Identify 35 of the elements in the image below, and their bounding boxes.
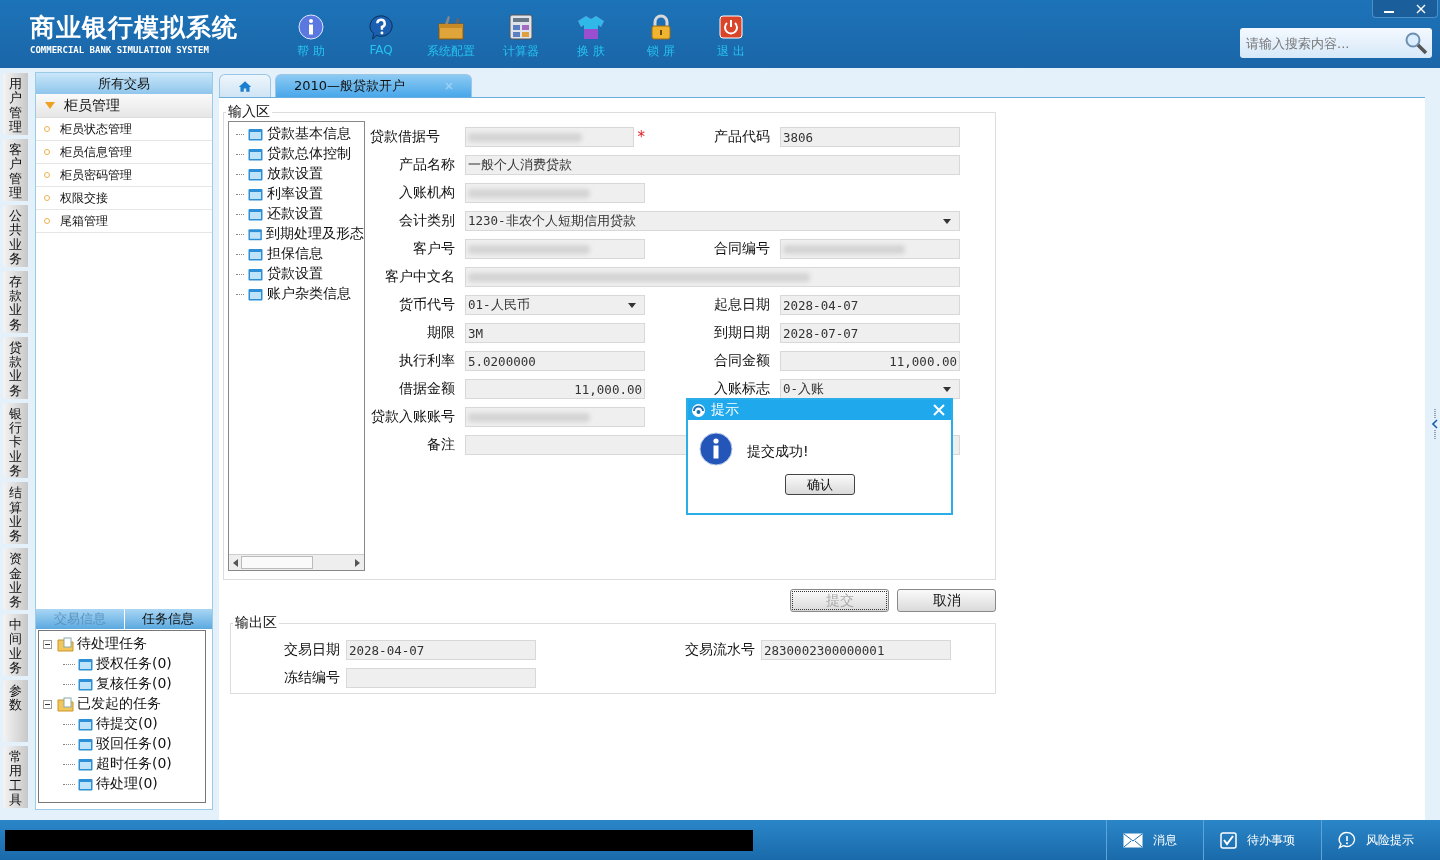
output-field: 2028-04-07: [346, 640, 536, 660]
field-label: 会计类别: [399, 212, 455, 230]
field-label: 贷款借据号: [370, 128, 440, 146]
section-title: 输出区: [234, 614, 278, 632]
field-label: 产品名称: [399, 156, 455, 174]
field-label: 入账机构: [399, 184, 455, 202]
group-label: 柜员管理: [64, 96, 120, 115]
field-value: 01-人民币: [468, 296, 530, 314]
field-label: 交易日期: [283, 641, 341, 659]
field-label: 贷款入账账号: [371, 408, 455, 426]
field-label: 期限: [427, 324, 455, 342]
field-value: 1230-非农个人短期信用贷款: [468, 212, 636, 230]
field-label: 入账标志: [714, 380, 770, 398]
output-field: 2830002300000001: [761, 640, 951, 660]
field-label: 客户号: [413, 240, 455, 258]
dialog-message: 提交成功!: [747, 443, 809, 461]
field-label: 备注: [427, 436, 455, 454]
app-subtitle: COMMERCIAL BANK SIMULATION SYSTEM: [30, 45, 210, 55]
field-label: 起息日期: [714, 296, 770, 314]
field-label: 合同编号: [714, 240, 770, 258]
field-label: 客户中文名: [385, 268, 455, 286]
app-title: 商业银行模拟系统: [30, 13, 239, 43]
dialog-title: 提示: [711, 401, 739, 419]
field-label: 借据金额: [399, 380, 455, 398]
field-label: 交易流水号: [684, 641, 756, 659]
field-value: 0-入账: [783, 380, 825, 398]
field-label: 合同金额: [714, 352, 770, 370]
required-mark: *: [637, 128, 645, 146]
field-label: 产品代码: [714, 128, 770, 146]
section-title: 输入区: [227, 103, 271, 121]
field-label: 冻结编号: [283, 669, 341, 687]
panel-header: 所有交易: [36, 73, 212, 94]
field-label: 到期日期: [714, 324, 770, 342]
field-label: 执行利率: [399, 352, 455, 370]
field-label: 货币代号: [399, 296, 455, 314]
